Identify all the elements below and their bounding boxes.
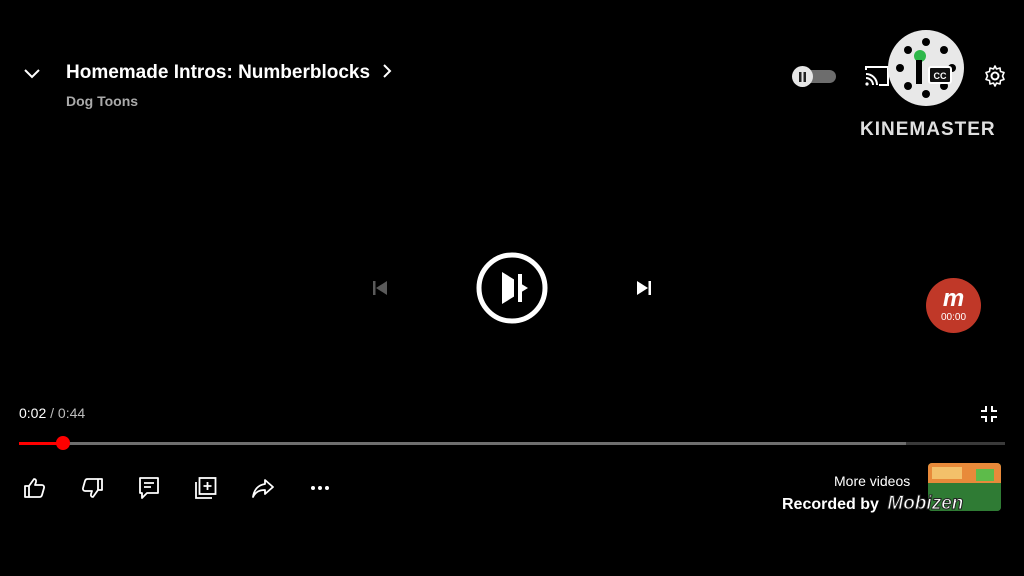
dislike-button[interactable] bbox=[77, 474, 107, 502]
svg-text:CC: CC bbox=[934, 71, 947, 81]
share-icon bbox=[252, 479, 274, 498]
gear-icon bbox=[985, 65, 1005, 87]
progress-buffered bbox=[19, 442, 907, 445]
mobizen-record-badge[interactable]: m 00:00 bbox=[926, 278, 981, 333]
recorded-by-text: Recorded by bbox=[782, 496, 879, 513]
time-separator: / bbox=[50, 405, 55, 421]
collapse-button[interactable] bbox=[20, 62, 44, 86]
exit-fullscreen-icon bbox=[981, 406, 997, 422]
play-pause-icon bbox=[476, 252, 548, 324]
video-title[interactable]: Homemade Intros: Numberblocks bbox=[66, 62, 393, 84]
play-pause-button[interactable] bbox=[476, 252, 548, 324]
pause-toggle-icon bbox=[792, 66, 813, 87]
share-button[interactable] bbox=[248, 474, 278, 502]
cc-icon: CC bbox=[928, 66, 952, 84]
record-timer: 00:00 bbox=[940, 312, 967, 323]
exit-fullscreen-button[interactable] bbox=[976, 402, 1002, 426]
thumbs-down-icon bbox=[81, 478, 103, 498]
settings-button[interactable] bbox=[981, 62, 1009, 90]
more-actions-button[interactable] bbox=[305, 474, 335, 502]
skip-next-icon bbox=[637, 281, 651, 295]
recorded-by-watermark: Recorded by Mobizen bbox=[782, 493, 964, 515]
current-time: 0:02 bbox=[19, 405, 47, 421]
mobizen-mark: m bbox=[942, 285, 965, 312]
channel-name[interactable]: Dog Toons bbox=[66, 93, 138, 109]
cast-icon bbox=[865, 66, 889, 86]
skip-previous-icon bbox=[373, 281, 387, 295]
comment-icon bbox=[139, 477, 159, 499]
like-button[interactable] bbox=[20, 474, 50, 502]
time-display: 0:02 / 0:44 bbox=[19, 405, 85, 421]
more-videos-label[interactable]: More videos bbox=[834, 473, 910, 489]
mobizen-brand: Mobizen bbox=[887, 493, 964, 515]
kinemaster-label: KINEMASTER bbox=[860, 119, 996, 140]
captions-button[interactable]: CC bbox=[926, 63, 954, 87]
comments-button[interactable] bbox=[134, 474, 164, 502]
chevron-down-icon bbox=[24, 69, 40, 79]
next-button[interactable] bbox=[630, 275, 658, 301]
chevron-right-icon bbox=[383, 64, 392, 78]
more-horizontal-icon bbox=[311, 486, 329, 490]
progress-scrubber[interactable] bbox=[56, 436, 71, 450]
thumbs-up-icon bbox=[24, 478, 46, 498]
duration: 0:44 bbox=[57, 405, 86, 421]
add-to-playlist-icon bbox=[195, 477, 217, 499]
progress-bar[interactable] bbox=[19, 436, 1005, 450]
video-title-text: Homemade Intros: Numberblocks bbox=[66, 62, 371, 83]
save-button[interactable] bbox=[191, 474, 221, 502]
autoplay-toggle[interactable] bbox=[792, 66, 836, 87]
previous-button[interactable] bbox=[366, 275, 394, 301]
